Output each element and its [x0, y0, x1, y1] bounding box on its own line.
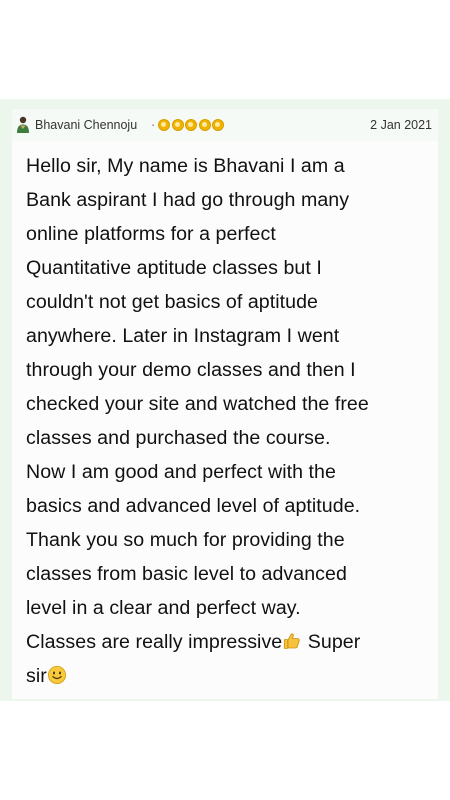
review-text-line: classes from basic level to advanced [26, 563, 347, 585]
reviewer-name[interactable]: Bhavani Chennoju [35, 117, 137, 133]
review-text-line: through your demo classes and then I [26, 359, 356, 381]
review-text-line: sir [26, 659, 430, 693]
review-text-line: Thank you so much for providing the [26, 529, 345, 551]
review-header: Bhavani Chennoju · 2 Jan 2021 [12, 109, 438, 141]
star-rating [158, 117, 224, 133]
review-text-line: classes and purchased the course. [26, 427, 331, 449]
review-text-line: checked your site and watched the free [26, 393, 369, 415]
thumbs-up-emoji-icon [284, 633, 300, 649]
review-card: Bhavani Chennoju · 2 Jan 2021 Hello sir,… [12, 109, 438, 699]
review-text-line: Now I am good and perfect with the [26, 461, 336, 483]
review-text-line: Quantitative aptitude classes but I [26, 257, 322, 279]
review-text-line: basics and advanced level of aptitude. [26, 495, 361, 517]
review-text-line: Hello sir, My name is Bhavani I am a [26, 155, 345, 177]
star-icon [198, 119, 211, 131]
review-text-line: online platforms for a perfect [26, 223, 276, 245]
review-text-line: couldn't not get basics of aptitude [26, 291, 318, 313]
review-text-segment: Super [307, 631, 361, 653]
star-icon [185, 119, 197, 131]
header-separator: · [151, 118, 156, 132]
screenshot-page: Bhavani Chennoju · 2 Jan 2021 Hello sir,… [0, 0, 450, 800]
review-date: 2 Jan 2021 [370, 118, 432, 132]
review-text-segment: Classes are really impressive [26, 631, 283, 653]
star-icon [171, 119, 184, 131]
review-text-line: anywhere. Later in Instagram I went [26, 325, 340, 347]
star-icon [158, 119, 170, 131]
smiling-face-emoji-icon [47, 665, 66, 685]
review-text-segment: sir [26, 665, 47, 687]
review-text-line: level in a clear and perfect way. [26, 597, 301, 619]
review-text-line: Classes are really impressive Super [26, 625, 430, 659]
star-icon [212, 119, 224, 131]
person-avatar-icon [17, 116, 29, 133]
review-text: Hello sir, My name is Bhavani I am a Ban… [26, 149, 430, 693]
review-text-line: Bank aspirant I had go through many [26, 189, 350, 211]
